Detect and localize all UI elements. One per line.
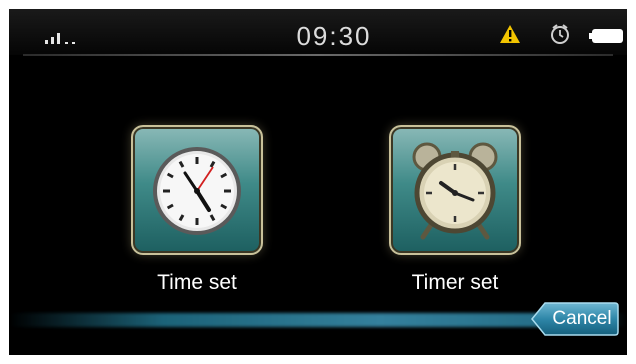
battery-icon: [589, 29, 623, 43]
alarm-clock-icon: [551, 24, 569, 44]
device-screen: 09:30 Time set Timer set Cancel: [9, 9, 627, 355]
signal-strength-icon: [45, 30, 85, 44]
alarm-clock-icon: [412, 142, 498, 240]
status-divider: [23, 54, 613, 56]
warning-icon: [500, 25, 520, 43]
clock-icon: [153, 147, 241, 235]
cancel-button[interactable]: Cancel: [531, 301, 619, 337]
timer-set-button[interactable]: [389, 125, 521, 255]
status-bar: 09:30: [9, 9, 627, 56]
status-time: 09:30: [296, 21, 372, 51]
time-set-button[interactable]: [131, 125, 263, 255]
time-set-label: Time set: [157, 271, 237, 294]
cancel-label: Cancel: [552, 308, 612, 329]
timer-set-label: Timer set: [411, 271, 499, 294]
